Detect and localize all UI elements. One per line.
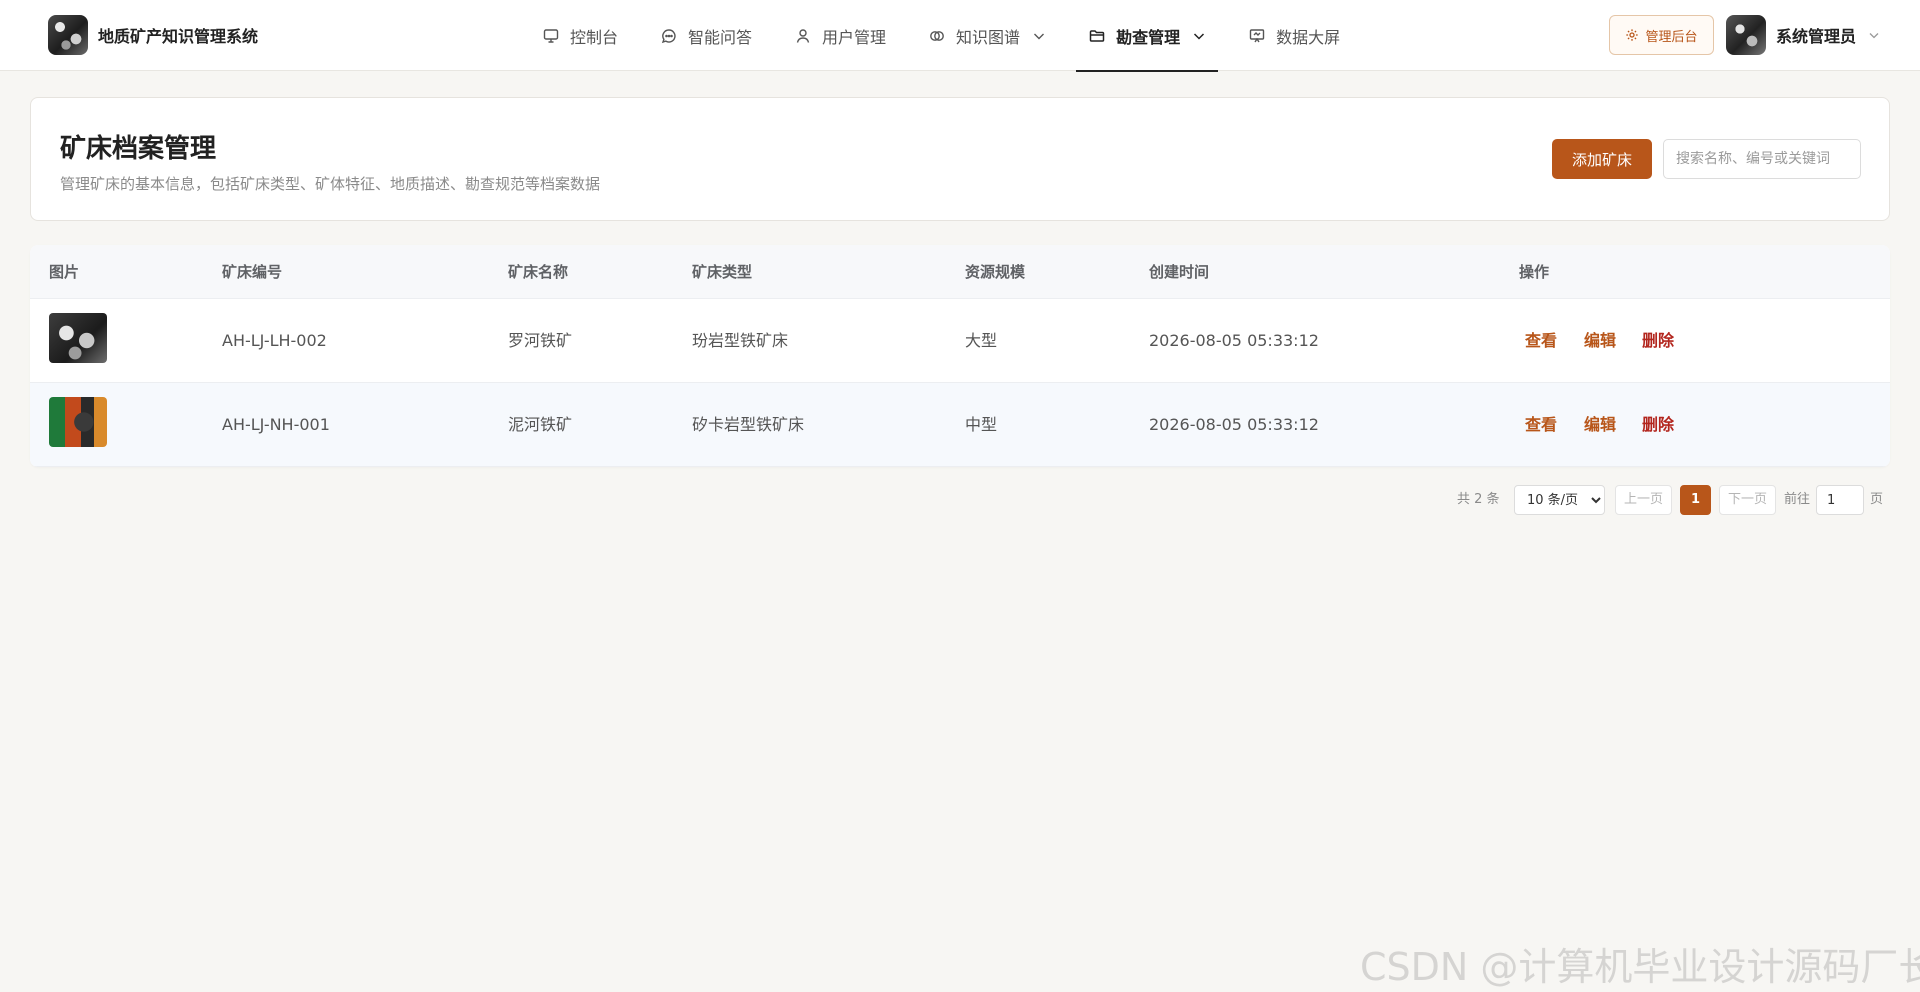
brand[interactable]: 地质矿产知识管理系统 [48,15,258,55]
brand-name: 地质矿产知识管理系统 [98,27,259,46]
main-nav: 控制台 智能问答 用户管理 知识图谱 勘查管理 数据大屏 [530,0,1370,72]
cell-type: 矽卡岩型铁矿床 [692,415,805,434]
pagination-total: 共 2 条 [1457,492,1500,507]
nav-item-users[interactable]: 用户管理 [782,0,898,71]
prev-page-button[interactable]: 上一页 [1615,485,1672,515]
cell-code: AH-LJ-LH-002 [222,331,327,350]
brand-logo [48,15,88,55]
column-header-scale: 资源规模 [965,263,1026,281]
search-input[interactable] [1663,139,1861,179]
nav-item-qa[interactable]: 智能问答 [648,0,764,71]
page-size-select[interactable]: 10 条/页 [1514,485,1605,515]
cell-name: 罗河铁矿 [508,331,573,350]
top-navbar: 地质矿产知识管理系统 控制台 智能问答 用户管理 知识图谱 勘查管理 数据大屏 … [0,0,1920,72]
column-header-name: 矿床名称 [508,263,569,281]
dashboard-icon [1248,27,1266,45]
column-header-actions: 操作 [1519,263,1550,281]
chevron-down-icon [1868,29,1880,41]
folder-icon [1088,27,1106,45]
deposit-thumbnail[interactable] [49,313,107,363]
current-page-button[interactable]: 1 [1680,485,1711,515]
page-title: 矿床档案管理 [60,134,217,164]
column-header-type: 矿床类型 [692,263,753,281]
watermark: CSDN @计算机毕业设计源码厂长 [1360,945,1920,989]
view-button[interactable]: 查看 [1525,299,1557,383]
monitor-icon [542,27,560,45]
admin-console-label: 管理后台 [1645,29,1698,45]
page-suffix-label: 页 [1870,492,1884,507]
graph-icon [928,27,946,45]
page-subtitle: 管理矿床的基本信息，包括矿床类型、矿体特征、地质描述、勘查规范等档案数据 [60,175,601,193]
table-row: AH-LJ-LH-002 罗河铁矿 玢岩型铁矿床 大型 2026-08-05 0… [30,299,1890,383]
table-header: 图片 矿床编号 矿床名称 矿床类型 资源规模 创建时间 操作 [30,245,1890,299]
cell-name: 泥河铁矿 [508,415,573,434]
nav-label: 用户管理 [822,27,887,47]
chat-icon [660,27,678,45]
nav-item-data-screen[interactable]: 数据大屏 [1236,0,1352,71]
edit-button[interactable]: 编辑 [1584,299,1616,383]
column-header-created: 创建时间 [1149,263,1210,281]
delete-button[interactable]: 删除 [1642,299,1674,383]
chevron-down-icon [1192,29,1206,43]
deposit-table: 图片 矿床编号 矿床名称 矿床类型 资源规模 创建时间 操作 AH-LJ-LH-… [30,245,1890,467]
user-menu[interactable]: 系统管理员 [1726,15,1880,55]
cell-scale: 中型 [965,415,998,434]
cell-created: 2026-08-05 05:33:12 [1149,331,1319,350]
user-name: 系统管理员 [1776,27,1857,46]
nav-item-console[interactable]: 控制台 [530,0,630,71]
nav-item-exploration[interactable]: 勘查管理 [1076,0,1219,72]
page-header-card: 矿床档案管理 管理矿床的基本信息，包括矿床类型、矿体特征、地质描述、勘查规范等档… [30,97,1890,221]
nav-label: 勘查管理 [1116,27,1181,47]
goto-page-input[interactable] [1816,485,1864,515]
deposit-thumbnail[interactable] [49,397,107,447]
admin-console-button[interactable]: 管理后台 [1609,15,1714,55]
nav-item-knowledge-graph[interactable]: 知识图谱 [916,0,1058,71]
cell-scale: 大型 [965,331,998,350]
cell-type: 玢岩型铁矿床 [692,331,789,350]
avatar [1726,15,1766,55]
view-button[interactable]: 查看 [1525,383,1557,467]
nav-label: 控制台 [570,27,619,47]
user-icon [794,27,812,45]
gear-icon [1625,28,1639,42]
cell-created: 2026-08-05 05:33:12 [1149,415,1319,434]
table-row: AH-LJ-NH-001 泥河铁矿 矽卡岩型铁矿床 中型 2026-08-05 … [30,383,1890,467]
cell-code: AH-LJ-NH-001 [222,415,330,434]
nav-label: 知识图谱 [956,27,1021,47]
goto-label: 前往 [1784,492,1811,507]
column-header-code: 矿床编号 [222,263,283,281]
add-deposit-button[interactable]: 添加矿床 [1552,139,1652,179]
next-page-button[interactable]: 下一页 [1719,485,1776,515]
column-header-image: 图片 [49,263,80,281]
delete-button[interactable]: 删除 [1642,383,1674,467]
nav-label: 数据大屏 [1276,27,1341,47]
edit-button[interactable]: 编辑 [1584,383,1616,467]
chevron-down-icon [1032,29,1046,43]
nav-label: 智能问答 [688,27,753,47]
